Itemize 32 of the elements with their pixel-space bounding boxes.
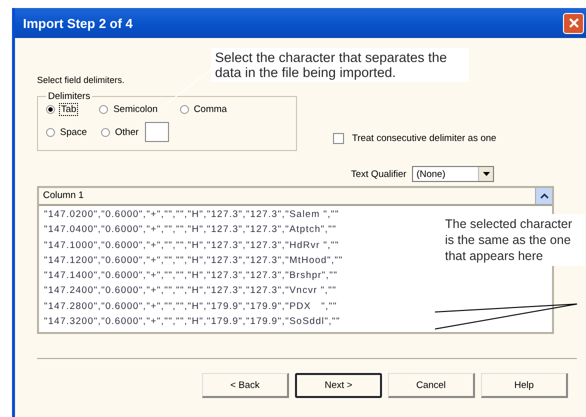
delimiter-radio[interactable]: Tab — [46, 104, 78, 115]
data-row-text: "147.1200","0.6000","+","","","H","127.3","127.3","MtHood","" — [44, 254, 343, 268]
other-input-field[interactable] — [144, 122, 169, 142]
text-qualifier-label: Text Qualifier — [351, 168, 406, 180]
data-row-text: "147.0200","0.6000","+","","","H","127.3","127.3","Salem ","" — [44, 208, 340, 222]
close-button[interactable] — [563, 12, 584, 34]
consecutive-checkbox[interactable]: Treat consecutive delimiter as one — [333, 133, 586, 144]
delimiter-radio[interactable]: Comma — [180, 104, 227, 115]
callout-note: Select the character that separates the data in the file being imported. — [211, 48, 469, 82]
dialog-button[interactable]: < Back — [202, 373, 289, 398]
instruction-text: Select field delimiters. — [37, 75, 126, 85]
data-row-text: "147.2800","0.6000","+","","","H","179.9","179.9","PDX ","" — [44, 300, 338, 314]
data-row-text: "147.2400","0.6000","+","","","H","127.3","127.3","Vncvr ","" — [44, 284, 337, 298]
dialog-button[interactable]: Cancel — [388, 373, 475, 398]
caret-icon — [482, 172, 490, 176]
delimiter-radio[interactable]: Other — [100, 126, 139, 138]
close-icon — [568, 17, 580, 29]
leader-line — [164, 70, 212, 106]
delimiter-radio[interactable]: Space — [46, 126, 87, 138]
text-qualifier-dropdown[interactable]: (None) — [412, 166, 494, 182]
dialog-button[interactable]: Help — [481, 373, 568, 398]
callout-note: The selected character is the same as the one that appears here — [443, 214, 585, 266]
scroll-up-button[interactable] — [536, 188, 552, 204]
data-row-text: "147.0400","0.6000","+","","","H","127.3","127.3","Atptch","" — [44, 223, 337, 238]
delimiter-radio[interactable]: Semicolon — [99, 104, 158, 115]
dialog-button[interactable]: Next > — [295, 373, 382, 398]
window-title: Import Step 2 of 4 — [23, 16, 133, 30]
data-row-text: "147.3200","0.6000","+","","","H","179.9","179.9","SoSddl","" — [44, 315, 340, 330]
data-row-text: "147.1400","0.6000","+","","","H","127.3","127.3","Brshpr","" — [44, 269, 338, 284]
data-row-text: "147.1000","0.6000","+","","","H","127.3","127.3","HdRvr ","" — [44, 238, 340, 253]
group-label: Delimiters — [47, 91, 92, 102]
chevron-up-icon — [540, 193, 548, 199]
